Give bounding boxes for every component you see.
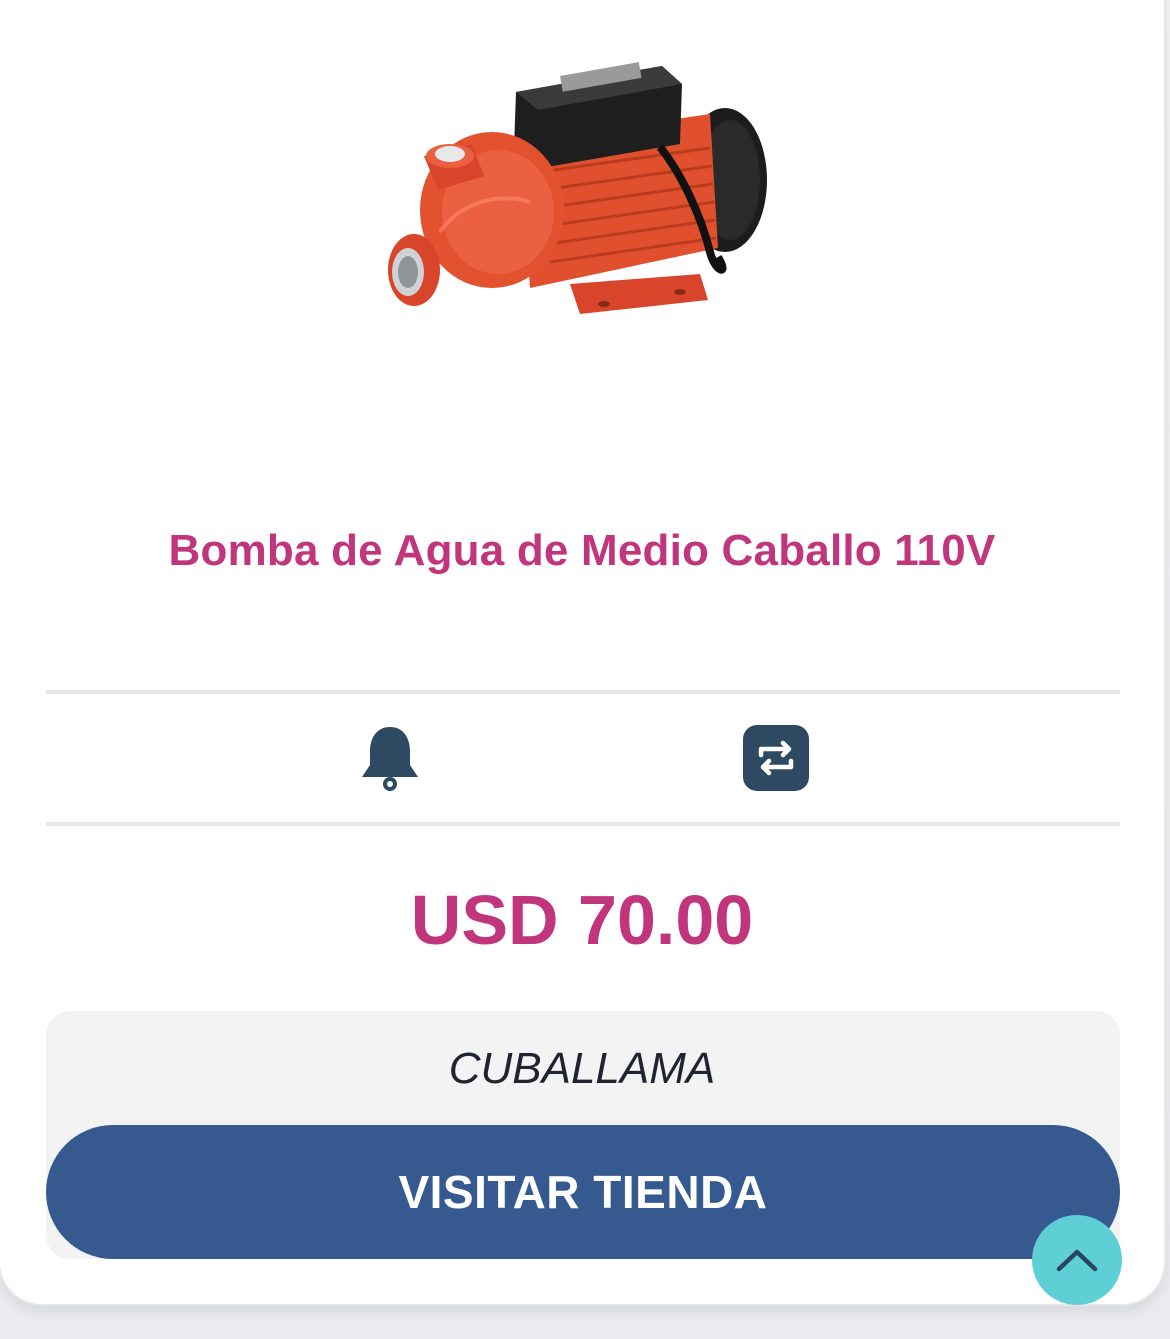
chevron-up-icon (1056, 1249, 1098, 1272)
visit-store-button[interactable]: VISITAR TIENDA (46, 1125, 1120, 1259)
divider-bottom (46, 822, 1120, 826)
bell-icon (362, 727, 418, 791)
water-pump-image[interactable] (380, 52, 780, 352)
page: Bomba de Agua de Medio Caballo 110V USD … (0, 0, 1170, 1339)
product-title[interactable]: Bomba de Agua de Medio Caballo 110V (0, 526, 1164, 576)
store-name: CUBALLAMA (448, 1044, 716, 1093)
scroll-to-top-button[interactable] (1032, 1215, 1122, 1305)
compare-arrows-icon (743, 725, 809, 791)
product-price: USD 70.00 (410, 881, 754, 959)
notify-button[interactable] (350, 718, 430, 798)
compare-button[interactable] (736, 718, 816, 798)
divider-top (46, 690, 1120, 694)
